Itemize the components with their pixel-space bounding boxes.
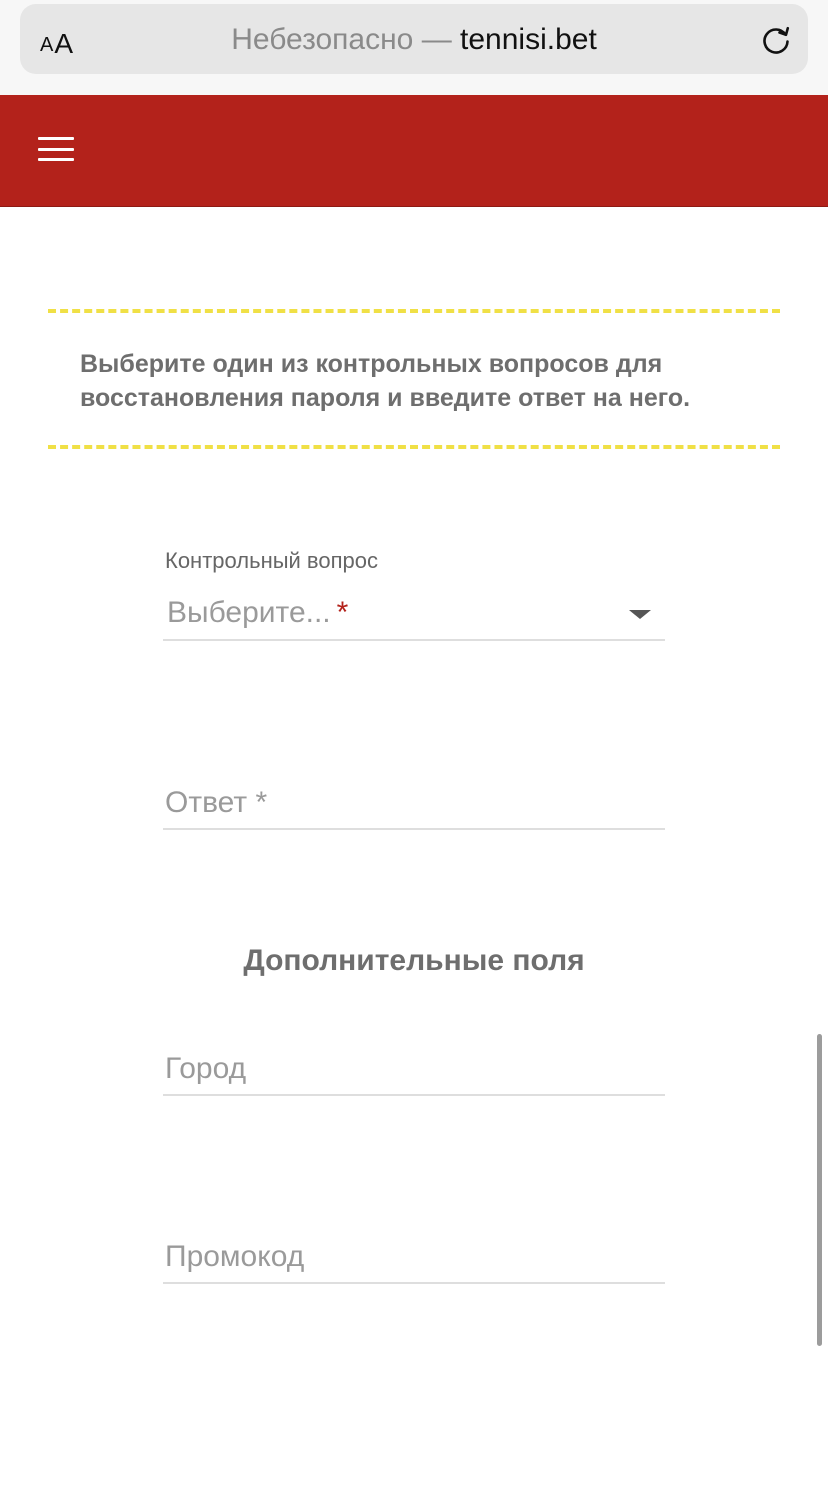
security-label: Небезопасно — [231,23,461,56]
hamburger-icon-bar [38,147,74,151]
city-placeholder: Город [165,1052,247,1085]
url-field[interactable]: A A Небезопасно — tennisi.bet [20,4,808,74]
field-underline [163,639,665,641]
promo-placeholder: Промокод [165,1240,305,1273]
field-underline [163,1094,665,1096]
reload-button[interactable] [758,22,794,58]
url-display[interactable]: Небезопасно — tennisi.bet [20,22,808,58]
site-header [0,95,828,207]
extra-fields-title: Дополнительные поля [243,944,585,977]
page: A A Небезопасно — tennisi.bet Выберите о… [0,0,828,1491]
city-input[interactable]: Город [163,1040,665,1096]
field-underline [163,828,665,830]
browser-address-bar: A A Небезопасно — tennisi.bet [0,0,828,95]
reload-icon [763,26,790,54]
answer-input[interactable]: Ответ * [163,774,665,830]
url-domain: tennisi.bet [460,23,597,56]
chevron-down-icon [629,610,651,619]
required-mark: * [336,596,349,629]
answer-placeholder: Ответ * [165,786,268,819]
security-question-value: Выберите... * [167,594,348,632]
field-underline [163,1282,665,1284]
hamburger-icon-bar [38,158,74,161]
scrollbar[interactable] [817,1034,822,1346]
notice-text: Выберите один из контрольных вопросов дл… [80,350,691,412]
security-question-label: Контрольный вопрос [165,548,378,573]
select-placeholder: Выберите... [167,596,331,629]
promo-code-input[interactable]: Промокод [163,1228,665,1284]
security-question-select[interactable]: Контрольный вопрос Выберите... * [163,548,665,641]
hamburger-icon-bar [38,137,74,140]
menu-button[interactable] [36,133,76,165]
info-notice: Выберите один из контрольных вопросов дл… [48,309,780,449]
